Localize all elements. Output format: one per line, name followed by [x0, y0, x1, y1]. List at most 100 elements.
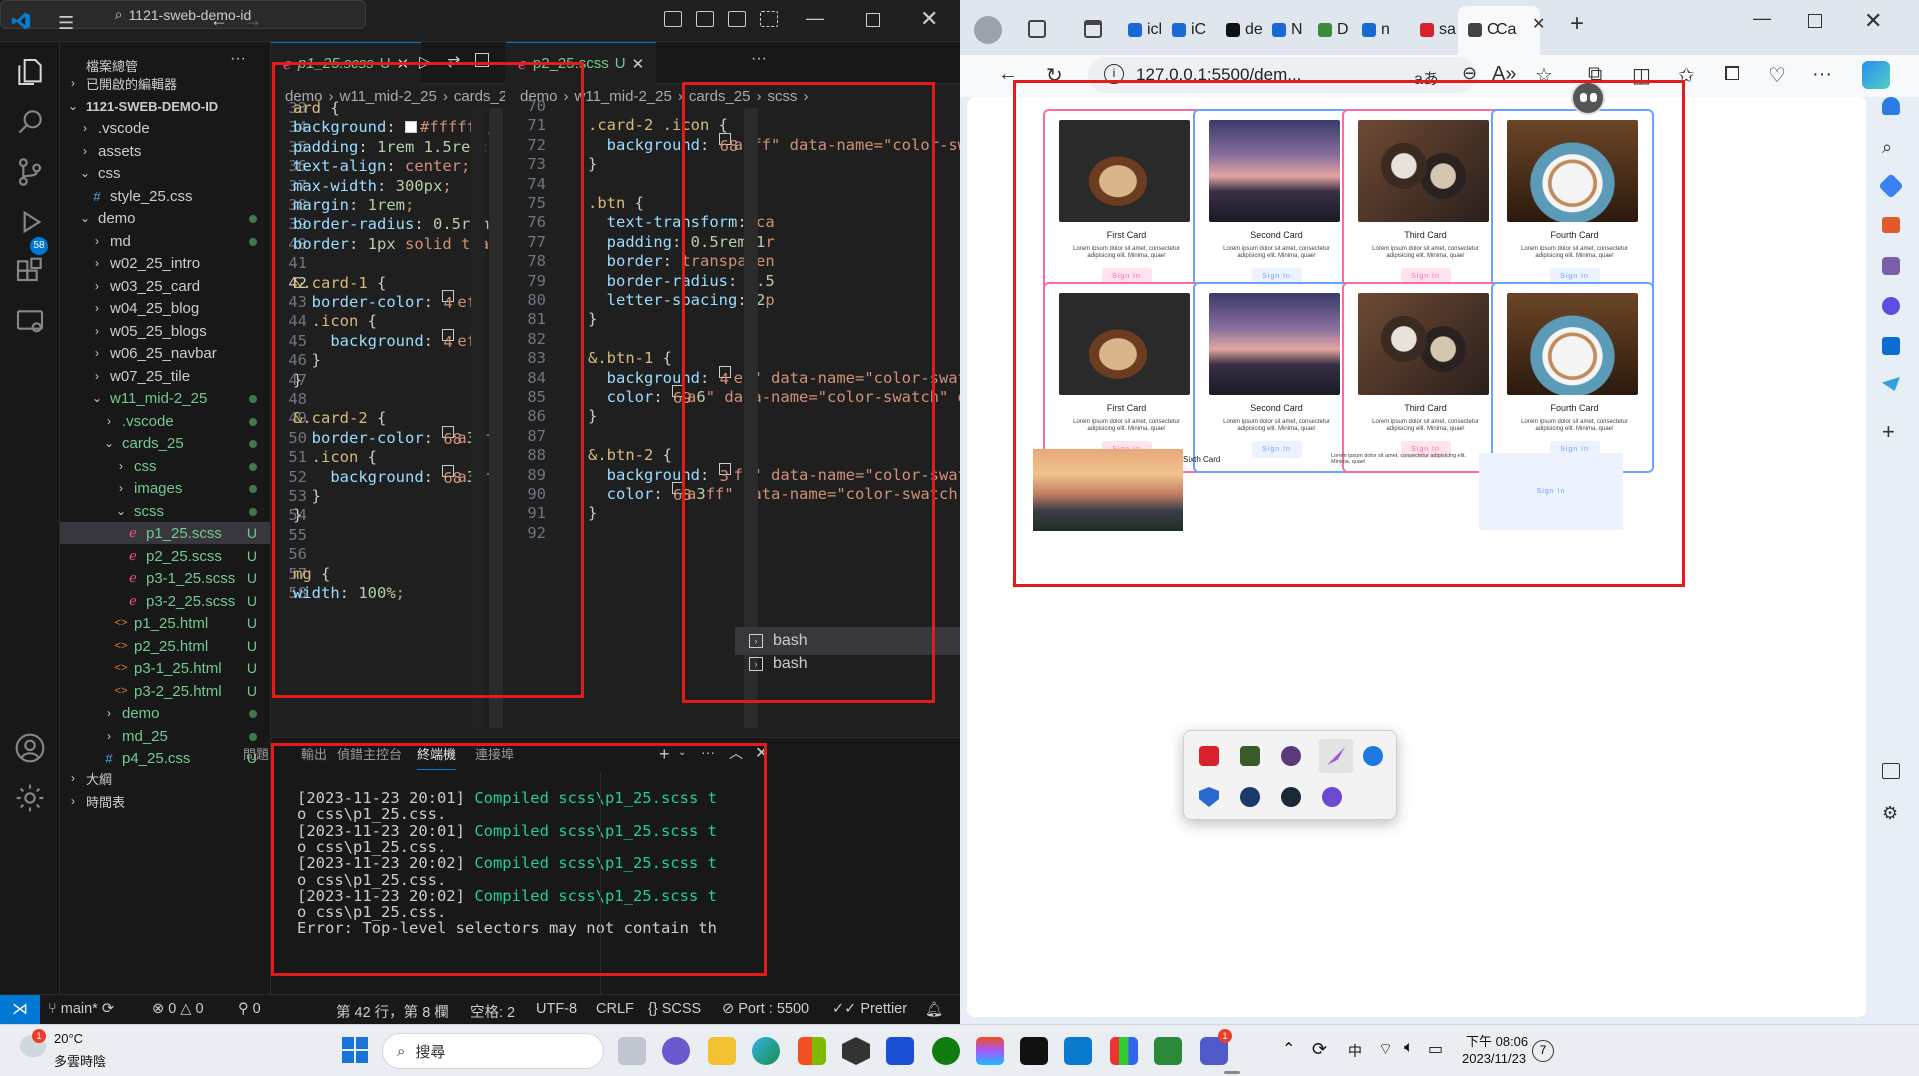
wifi-icon[interactable]: ⌔ [1378, 1039, 1393, 1059]
terminal-instance[interactable]: › bash [735, 650, 960, 678]
extensions-icon[interactable] [14, 256, 46, 288]
browser-tab[interactable]: sa [1420, 16, 1456, 44]
sign-in-button[interactable]: Sign In [1251, 441, 1302, 458]
notification-count[interactable]: 7 [1532, 1040, 1554, 1062]
read-aloud-translate-icon[interactable]: aあ [1414, 65, 1439, 89]
new-terminal-icon[interactable]: + [659, 744, 670, 765]
back-arrow-icon[interactable]: ← [998, 63, 1018, 86]
new-tab-icon[interactable]: + [1570, 10, 1584, 38]
search-icon[interactable] [14, 106, 46, 138]
breadcrumb-item[interactable]: w11_mid-2_25 [575, 88, 672, 105]
breadcrumb-item[interactable]: w11_mid-2_25 [340, 88, 437, 105]
address-bar[interactable]: i 127.0.0.1:5500/dem... aあ ⊖ [1088, 57, 1477, 93]
microsoft365-icon[interactable] [1882, 297, 1900, 315]
collections-icon[interactable]: ⧠ [1724, 63, 1740, 86]
tree-item[interactable]: # style_25.css [60, 185, 270, 207]
code-line[interactable]: width: 100%; [293, 581, 405, 605]
prettier-indicator[interactable]: ✓✓ Prettier [832, 1001, 907, 1017]
tree-item[interactable]: # p4_25.css U [60, 747, 270, 769]
code-line[interactable]: } [588, 404, 597, 428]
vpn-icon[interactable] [1240, 787, 1260, 807]
discord-icon[interactable] [1281, 746, 1301, 766]
explorer-icon[interactable] [14, 56, 46, 88]
tree-item[interactable]: › w06_25_navbar [60, 342, 270, 364]
breadcrumb-item[interactable]: cards_25 [454, 88, 505, 105]
tree-item[interactable]: ℯ p2_25.scss U [60, 545, 270, 567]
close-tab-icon[interactable]: ✕ [632, 55, 645, 73]
sync-icon[interactable]: ⟳ [1312, 1039, 1327, 1060]
outlook-icon[interactable] [1882, 337, 1900, 355]
code-line[interactable]: border: 1px solid tran [293, 232, 498, 256]
indentation[interactable]: 空格: 2 [470, 1001, 515, 1022]
tree-item[interactable]: › w04_25_blog [60, 297, 270, 319]
tree-item[interactable]: › .vscode [60, 410, 270, 432]
code-line[interactable]: } [588, 307, 597, 331]
add-sidebar-app-icon[interactable]: + [1882, 419, 1895, 445]
code-line[interactable]: color: 68a3ff" data-name="color-swatch" … [588, 482, 960, 506]
back-arrow-icon[interactable]: ← [210, 10, 228, 31]
tree-item[interactable]: › 時間表 [60, 790, 270, 812]
tree-item[interactable]: › w02_25_intro [60, 252, 270, 274]
sixth-card-button[interactable]: Sign In [1479, 453, 1623, 530]
xbox-icon[interactable] [932, 1037, 960, 1065]
tree-item[interactable]: <> p3-1_25.html U [60, 657, 270, 679]
tree-item[interactable]: › 大綱 [60, 767, 270, 789]
encoding[interactable]: UTF-8 [536, 1001, 577, 1017]
tree-item[interactable]: › demo [60, 702, 270, 724]
tree-item[interactable]: › .vscode [60, 117, 270, 139]
file-explorer-icon[interactable] [708, 1037, 736, 1065]
refresh-icon[interactable]: ↻ [1046, 63, 1063, 88]
tree-item[interactable]: › md [60, 230, 270, 252]
input-language[interactable]: 中 [1348, 1041, 1362, 1061]
tree-item[interactable]: › assets [60, 140, 270, 162]
browser-tab[interactable]: de [1226, 16, 1263, 44]
floating-avatar[interactable] [1571, 81, 1605, 115]
customize-layout-icon[interactable] [760, 11, 778, 27]
close-icon[interactable]: ✕ [920, 6, 938, 32]
live-server-port[interactable]: ⊘ Port : 5500 [722, 1001, 809, 1017]
source-control-icon[interactable] [14, 156, 46, 188]
split-screen-icon[interactable]: ◫ [1632, 63, 1651, 88]
tree-item[interactable]: › w03_25_card [60, 275, 270, 297]
more-actions-icon[interactable]: ··· [230, 50, 246, 68]
colorful-app-icon[interactable] [1110, 1037, 1138, 1065]
tree-item[interactable]: ⌄ w11_mid-2_25 [60, 387, 270, 409]
excel-like-icon[interactable] [1154, 1037, 1182, 1065]
panel-tab[interactable]: 偵錯主控台 [337, 744, 402, 763]
battery-icon[interactable]: ▭ [1428, 1039, 1443, 1059]
chevron-up-icon[interactable]: ⌃ [1282, 1039, 1295, 1059]
command-center-search[interactable]: ⌕ 1121-sweb-demo-id [0, 0, 366, 29]
favorites-icon[interactable]: ✩ [1678, 63, 1695, 88]
maximize-icon[interactable] [866, 13, 880, 27]
tree-item[interactable]: › images [60, 477, 270, 499]
code-line[interactable]: } [588, 152, 597, 176]
settings-gear-icon[interactable] [14, 782, 46, 814]
taskbar-search[interactable]: ⌕ 搜尋 [382, 1033, 604, 1069]
tree-item[interactable]: › 已開啟的編輯器 [60, 72, 270, 94]
browser-essentials-icon[interactable]: ♡ [1768, 63, 1786, 88]
browser-tab[interactable]: icl [1128, 16, 1162, 44]
toggle-panel-icon[interactable] [696, 11, 714, 27]
clock-date[interactable]: 2023/11/23 [1462, 1051, 1526, 1066]
more-actions-icon[interactable]: ··· [751, 50, 767, 68]
remote-indicator-icon[interactable]: ⋊ [0, 995, 40, 1024]
panel-tab[interactable]: 問題 [243, 744, 269, 763]
panel-tab[interactable]: 輸出 [301, 744, 327, 763]
tree-item[interactable]: ⌄ 1121-SWEB-DEMO-ID [60, 95, 270, 117]
cursor-position[interactable]: 第 42 行，第 8 欄 [336, 1001, 449, 1022]
toggle-secondary-sidebar-icon[interactable] [728, 11, 746, 27]
browser-tab[interactable]: N [1272, 16, 1303, 44]
eol[interactable]: CRLF [596, 1001, 634, 1017]
tree-item[interactable]: <> p2_25.html U [60, 635, 270, 657]
tree-item[interactable]: ⌄ css [60, 162, 270, 184]
tree-item[interactable]: › css [60, 455, 270, 477]
drop-icon[interactable] [1882, 377, 1900, 391]
read-aloud-icon[interactable]: A» [1492, 63, 1516, 86]
unity-icon[interactable] [842, 1037, 870, 1065]
vscode-taskbar-icon[interactable] [1064, 1037, 1092, 1065]
maximize-panel-icon[interactable]: ︿ [729, 743, 743, 763]
nvidia-icon[interactable] [1240, 746, 1260, 766]
teams-icon[interactable] [1322, 787, 1342, 807]
close-tab-icon[interactable]: ✕ [397, 55, 410, 73]
tree-item[interactable]: ℯ p1_25.scss U [60, 522, 270, 544]
